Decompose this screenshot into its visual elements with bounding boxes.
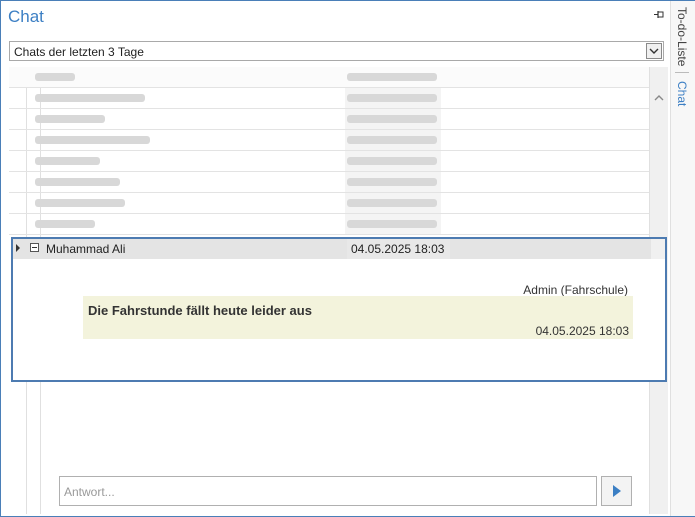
pin-icon[interactable] bbox=[653, 10, 665, 22]
tab-todo-list[interactable]: To-do-Liste bbox=[675, 7, 689, 74]
redacted-text bbox=[347, 115, 437, 123]
grid-header-row bbox=[9, 67, 649, 88]
redacted-text bbox=[347, 73, 437, 81]
table-row[interactable] bbox=[9, 172, 649, 193]
chevron-down-icon bbox=[649, 48, 659, 54]
reply-input[interactable]: Antwort... bbox=[59, 476, 597, 506]
redacted-text bbox=[35, 115, 105, 123]
table-row[interactable] bbox=[9, 88, 649, 109]
selected-group-outline bbox=[11, 237, 667, 382]
chevron-up-icon[interactable] bbox=[654, 94, 664, 102]
filter-selected-value: Chats der letzten 3 Tage bbox=[14, 45, 144, 59]
redacted-text bbox=[35, 136, 150, 144]
redacted-text bbox=[35, 157, 100, 165]
play-icon bbox=[612, 485, 621, 497]
panel-title: Chat bbox=[8, 7, 44, 26]
redacted-text bbox=[347, 136, 437, 144]
side-tab-bar: To-do-Liste Chat bbox=[670, 1, 695, 516]
table-row[interactable] bbox=[9, 151, 649, 172]
table-row[interactable] bbox=[9, 130, 649, 151]
chat-filter-select[interactable]: Chats der letzten 3 Tage bbox=[9, 41, 664, 61]
table-row[interactable] bbox=[9, 214, 649, 235]
redacted-text bbox=[347, 157, 437, 165]
table-row[interactable] bbox=[9, 193, 649, 214]
redacted-text bbox=[347, 178, 437, 186]
redacted-text bbox=[347, 94, 437, 102]
redacted-text bbox=[35, 178, 120, 186]
redacted-text bbox=[35, 94, 145, 102]
chat-panel: Chat To-do-Liste Chat Chats der letzten … bbox=[0, 0, 695, 517]
tab-chat[interactable]: Chat bbox=[675, 81, 689, 106]
redacted-text bbox=[347, 220, 437, 228]
send-button[interactable] bbox=[601, 476, 632, 506]
redacted-text bbox=[347, 199, 437, 207]
redacted-text bbox=[35, 73, 75, 81]
table-row[interactable] bbox=[9, 109, 649, 130]
redacted-text bbox=[35, 220, 95, 228]
dropdown-button[interactable] bbox=[646, 43, 662, 59]
redacted-text bbox=[35, 199, 125, 207]
